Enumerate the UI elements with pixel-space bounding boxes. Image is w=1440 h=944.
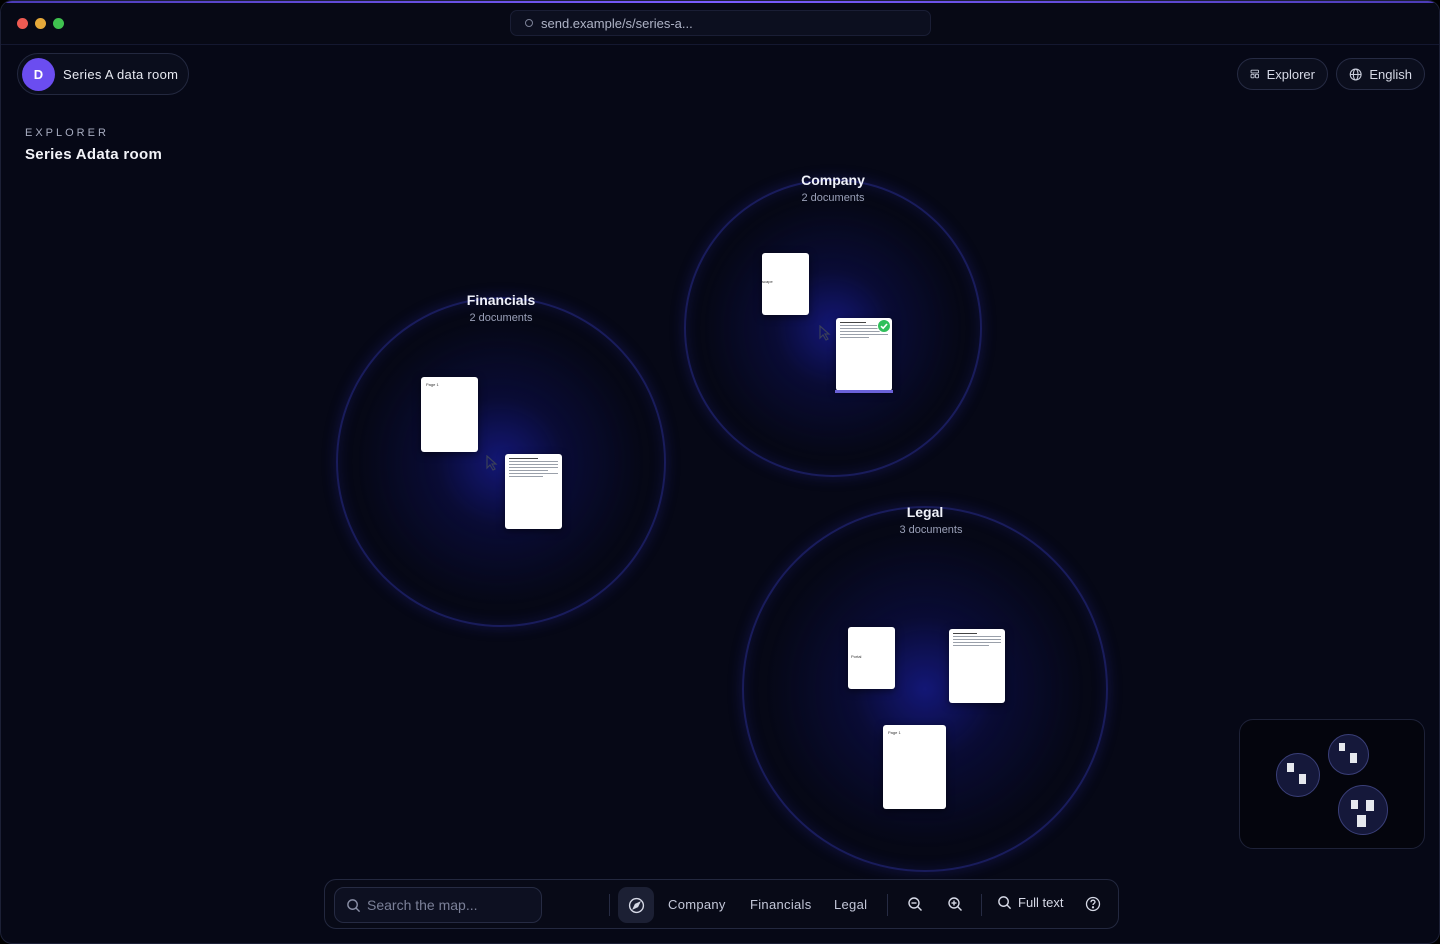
avatar: D bbox=[22, 57, 55, 91]
document-label: Portal bbox=[851, 654, 862, 659]
search-box[interactable] bbox=[334, 887, 542, 923]
close-window-button[interactable] bbox=[17, 18, 28, 29]
title-bar: send.example/s/series-a... bbox=[1, 3, 1439, 45]
document-label: Page 1 bbox=[426, 382, 439, 387]
section-label: EXPLORER bbox=[25, 127, 109, 139]
explorer-button[interactable]: Explorer bbox=[1237, 58, 1328, 90]
divider bbox=[609, 894, 610, 916]
cluster-count-legal: 3 documents bbox=[899, 524, 963, 536]
cursor-icon bbox=[819, 325, 831, 341]
language-button-label: English bbox=[1369, 66, 1412, 82]
minimap-doc bbox=[1339, 743, 1345, 751]
help-circle-icon[interactable] bbox=[1085, 896, 1101, 912]
minimap-doc bbox=[1350, 753, 1357, 763]
document-card[interactable] bbox=[505, 454, 562, 529]
url-text: send.example/s/series-a... bbox=[541, 15, 693, 31]
room-switcher[interactable]: D Series A data room bbox=[17, 53, 189, 95]
minimize-window-button[interactable] bbox=[35, 18, 46, 29]
document-label: scape bbox=[762, 279, 773, 284]
divider bbox=[981, 894, 982, 916]
jump-to-financials-link[interactable]: Financials bbox=[750, 897, 812, 912]
zoom-in-icon[interactable] bbox=[947, 896, 963, 912]
map-toolbar: Company Financials Legal Full text bbox=[324, 879, 1119, 929]
page-title: Series Adata room bbox=[25, 146, 163, 163]
cluster-title-financials: Financials bbox=[466, 292, 536, 308]
maximize-window-button[interactable] bbox=[53, 18, 64, 29]
compass-icon bbox=[628, 897, 644, 913]
app-window: send.example/s/series-a... D Series A da… bbox=[0, 0, 1440, 944]
globe-icon bbox=[1349, 68, 1362, 80]
full-text-search-button[interactable]: Full text bbox=[997, 895, 1064, 910]
cluster-count-company: 2 documents bbox=[801, 192, 865, 204]
document-card[interactable] bbox=[949, 629, 1005, 703]
minimap-doc bbox=[1351, 800, 1358, 809]
cluster-company[interactable] bbox=[684, 179, 982, 477]
document-card[interactable]: Page 1 bbox=[421, 377, 478, 452]
document-card[interactable]: Portal bbox=[848, 627, 895, 689]
search-input[interactable] bbox=[367, 888, 537, 922]
divider bbox=[887, 894, 888, 916]
document-label: Page 1 bbox=[888, 730, 901, 735]
minimap-cluster-financials bbox=[1276, 753, 1320, 797]
minimap-doc bbox=[1299, 774, 1306, 784]
document-preview bbox=[953, 633, 1001, 648]
jump-to-legal-link[interactable]: Legal bbox=[834, 897, 867, 912]
cluster-financials[interactable] bbox=[336, 297, 666, 627]
document-card[interactable]: scape bbox=[762, 253, 809, 315]
minimap-doc bbox=[1287, 763, 1294, 772]
cluster-legal[interactable] bbox=[742, 506, 1108, 872]
language-button[interactable]: English bbox=[1336, 58, 1425, 90]
layout-icon bbox=[1250, 69, 1259, 79]
address-bar[interactable]: send.example/s/series-a... bbox=[510, 10, 931, 36]
minimap-doc bbox=[1366, 800, 1374, 811]
recenter-button[interactable] bbox=[618, 887, 654, 923]
site-info-icon bbox=[525, 19, 533, 27]
document-progress-bar bbox=[835, 390, 893, 393]
jump-to-company-link[interactable]: Company bbox=[668, 897, 726, 912]
room-name: Series A data room bbox=[63, 66, 179, 82]
minimap-doc bbox=[1357, 815, 1366, 827]
full-text-label: Full text bbox=[1018, 895, 1064, 910]
minimap-cluster-legal bbox=[1338, 785, 1388, 835]
minimap[interactable] bbox=[1239, 719, 1425, 849]
search-icon bbox=[347, 899, 361, 913]
check-icon bbox=[877, 319, 891, 333]
zoom-out-icon[interactable] bbox=[907, 896, 923, 912]
document-card[interactable]: Page 1 bbox=[883, 725, 946, 809]
cluster-title-legal: Legal bbox=[906, 504, 944, 520]
cluster-title-company: Company bbox=[801, 172, 865, 188]
explorer-button-label: Explorer bbox=[1266, 66, 1315, 82]
cluster-count-financials: 2 documents bbox=[469, 312, 533, 324]
search-icon bbox=[998, 896, 1012, 910]
minimap-cluster-company bbox=[1328, 734, 1369, 775]
cursor-icon bbox=[486, 455, 498, 471]
document-preview bbox=[509, 458, 558, 479]
